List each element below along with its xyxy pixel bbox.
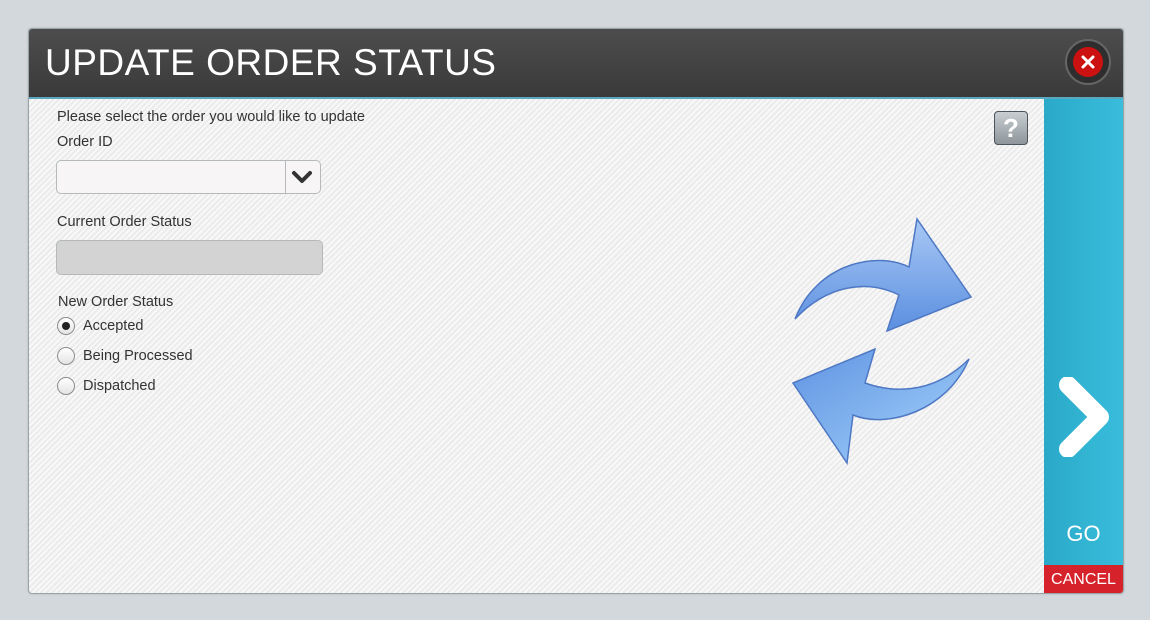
update-order-status-dialog: UPDATE ORDER STATUS Please select the or… bbox=[28, 28, 1124, 594]
order-id-select[interactable] bbox=[56, 160, 321, 194]
intro-text: Please select the order you would like t… bbox=[57, 109, 365, 125]
current-status-field bbox=[56, 240, 323, 275]
dialog-title: UPDATE ORDER STATUS bbox=[45, 42, 497, 83]
help-icon: ? bbox=[1003, 113, 1019, 143]
radio-button[interactable] bbox=[57, 317, 75, 335]
radio-label: Dispatched bbox=[83, 378, 156, 394]
radio-option-being-processed[interactable]: Being Processed bbox=[57, 347, 193, 365]
select-divider bbox=[285, 161, 286, 193]
radio-option-accepted[interactable]: Accepted bbox=[57, 317, 143, 335]
close-button[interactable] bbox=[1065, 39, 1111, 85]
order-id-label: Order ID bbox=[57, 134, 113, 150]
current-status-label: Current Order Status bbox=[57, 214, 192, 230]
radio-option-dispatched[interactable]: Dispatched bbox=[57, 377, 156, 395]
close-icon bbox=[1073, 47, 1103, 77]
chevron-down-icon[interactable] bbox=[291, 169, 313, 190]
cancel-button[interactable]: CANCEL bbox=[1044, 565, 1123, 593]
radio-label: Accepted bbox=[83, 318, 144, 334]
title-bar: UPDATE ORDER STATUS bbox=[29, 29, 1123, 99]
new-status-label: New Order Status bbox=[58, 294, 174, 310]
refresh-icon bbox=[787, 215, 977, 470]
chevron-right-icon bbox=[1056, 376, 1111, 462]
radio-button[interactable] bbox=[57, 347, 75, 365]
radio-label: Being Processed bbox=[83, 348, 193, 364]
go-label: GO bbox=[1066, 521, 1101, 546]
go-button[interactable]: GO bbox=[1044, 99, 1123, 565]
radio-button[interactable] bbox=[57, 377, 75, 395]
help-button[interactable]: ? bbox=[994, 111, 1028, 145]
